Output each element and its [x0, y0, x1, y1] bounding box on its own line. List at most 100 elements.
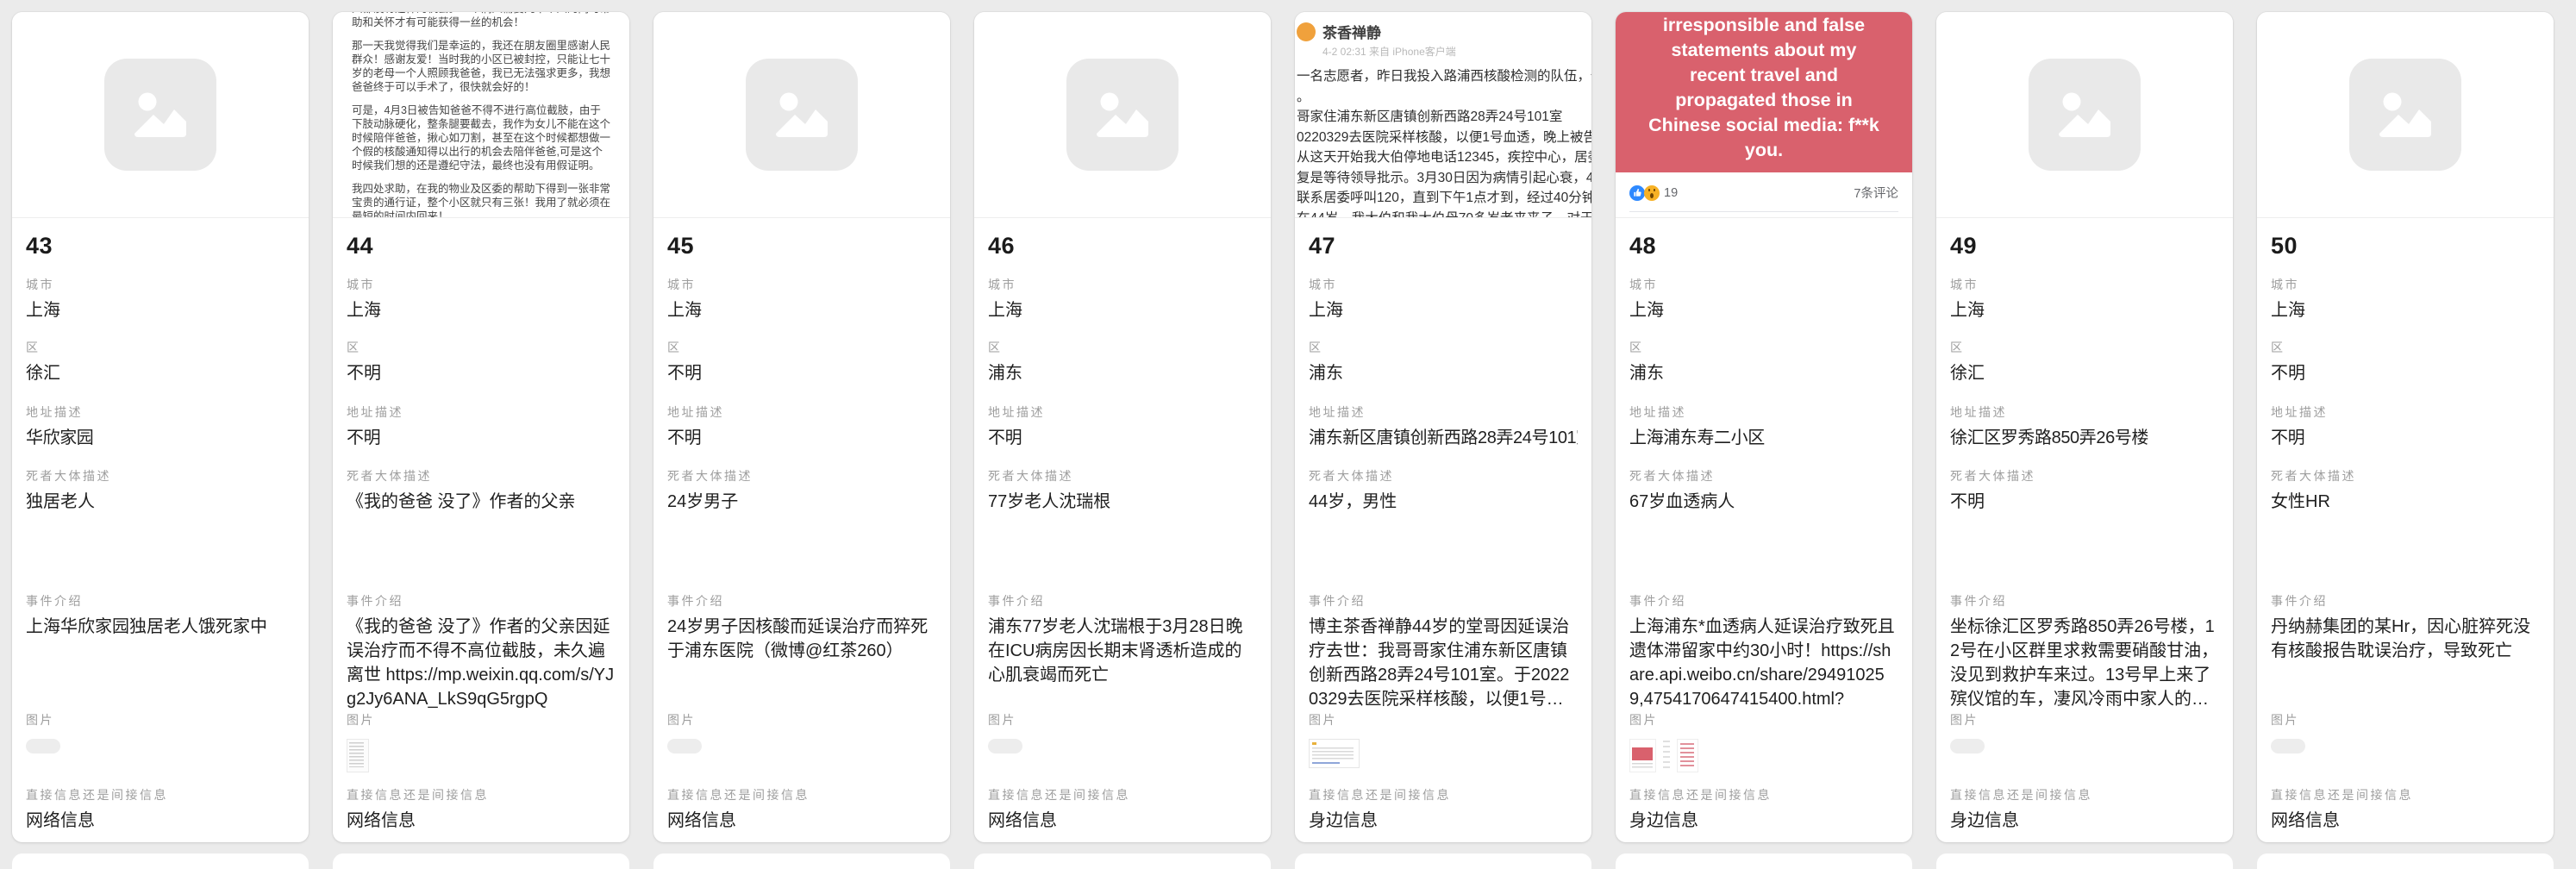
field-value-direct: 身边信息 — [1629, 809, 1898, 833]
field-label-city: 城市 — [347, 276, 616, 291]
field-label-district: 区 — [667, 339, 936, 353]
image-placeholder-icon — [746, 59, 858, 171]
record-card[interactable]: irresponsible and falsestatements about … — [1616, 12, 1912, 842]
field-label-city: 城市 — [26, 276, 295, 291]
record-card[interactable]: 45 城市 上海 区 不明 地址描述 不明 死者大体描述 24岁男子 事件介绍 … — [653, 12, 950, 842]
field-label-event: 事件介绍 — [1950, 592, 2219, 607]
field-value-address: 华欣家园 — [26, 426, 295, 450]
image-placeholder — [653, 12, 950, 217]
card-media: irresponsible and falsestatements about … — [1616, 12, 1912, 218]
weibo-avatar — [1297, 22, 1316, 41]
field-value-address: 徐汇区罗秀路850弄26号楼 — [1950, 426, 2219, 450]
field-value-direct: 网络信息 — [988, 809, 1257, 833]
doc-thumbnail — [347, 739, 369, 772]
card-media — [1936, 12, 2233, 218]
next-row — [12, 853, 2554, 869]
partial-card[interactable] — [653, 853, 950, 869]
partial-card[interactable] — [333, 853, 629, 869]
field-value-address: 不明 — [2271, 426, 2540, 450]
field-label-address: 地址描述 — [1950, 403, 2219, 418]
fb-like-reaction-icon — [1629, 185, 1645, 201]
field-value-address: 上海浦东寿二小区 — [1629, 426, 1898, 450]
thumbnail-row — [1309, 739, 1578, 768]
record-card[interactable]: 43 城市 上海 区 徐汇 地址描述 华欣家园 死者大体描述 独居老人 事件介绍… — [12, 12, 309, 842]
field-value-event: 浦东77岁老人沈瑞根于3月28日晚在ICU病房因长期末肾透析造成的心肌衰竭而死亡 — [988, 615, 1257, 687]
field-value-deceased: 女性HR — [2271, 490, 2540, 514]
partial-card[interactable] — [1616, 853, 1912, 869]
strip-thumbnail — [1662, 739, 1671, 771]
partial-card[interactable] — [12, 853, 309, 869]
field-value-city: 上海 — [1309, 298, 1578, 322]
field-label-image: 图片 — [988, 711, 1257, 726]
field-label-direct: 直接信息还是间接信息 — [2271, 786, 2540, 801]
field-value-direct: 网络信息 — [667, 809, 936, 833]
field-value-direct: 身边信息 — [1950, 809, 2219, 833]
facebook-red-post: irresponsible and falsestatements about … — [1616, 12, 1912, 172]
field-label-image: 图片 — [1309, 711, 1578, 726]
record-card[interactable]: 46 城市 上海 区 浦东 地址描述 不明 死者大体描述 77岁老人沈瑞根 事件… — [974, 12, 1271, 842]
field-value-event: 丹纳赫集团的某Hr，因心脏猝死没有核酸报告耽误治疗，导致死亡 — [2271, 615, 2540, 663]
fb-reaction-count: 19 — [1664, 186, 1678, 200]
pill-thumbnail — [26, 739, 60, 753]
redlist-thumbnail — [1677, 739, 1698, 772]
field-value-event: 坐标徐汇区罗秀路850弄26号楼，12号在小区群里求救需要硝酸甘油，没见到救护车… — [1950, 615, 2219, 711]
image-placeholder — [974, 12, 1271, 217]
field-label-district: 区 — [347, 339, 616, 353]
field-value-district: 不明 — [667, 361, 936, 385]
field-value-direct: 网络信息 — [347, 809, 616, 833]
field-value-district: 浦东 — [1309, 361, 1578, 385]
field-label-image: 图片 — [1629, 711, 1898, 726]
field-label-image: 图片 — [667, 711, 936, 726]
record-card[interactable]: 人都没有这样的机会。一个病人需要几十个人的同时帮助和关怀才有可能获得一丝的机会！… — [333, 12, 629, 842]
fb-red-lines: irresponsible and falsestatements about … — [1648, 13, 1879, 163]
record-number: 44 — [347, 233, 616, 259]
field-label-deceased: 死者大体描述 — [1950, 467, 2219, 482]
field-label-direct: 直接信息还是间接信息 — [26, 786, 295, 801]
weibo-timestamp: 4-2 02:31 来自 iPhone客户端 — [1297, 44, 1591, 59]
field-value-district: 不明 — [347, 361, 616, 385]
card-media — [653, 12, 950, 218]
record-card[interactable]: 50 城市 上海 区 不明 地址描述 不明 死者大体描述 女性HR 事件介绍 丹… — [2257, 12, 2554, 842]
field-label-direct: 直接信息还是间接信息 — [1309, 786, 1578, 801]
field-value-event: 上海浦东*血透病人延误治疗致死且遗体滞留家中约30小时！https://shar… — [1629, 615, 1898, 711]
partial-card[interactable] — [1936, 853, 2233, 869]
record-number: 46 — [988, 233, 1257, 259]
partial-card[interactable] — [1295, 853, 1591, 869]
image-placeholder-icon — [1066, 59, 1179, 171]
partial-card[interactable] — [2257, 853, 2554, 869]
partial-card[interactable] — [974, 853, 1271, 869]
record-card[interactable]: 49 城市 上海 区 徐汇 地址描述 徐汇区罗秀路850弄26号楼 死者大体描述… — [1936, 12, 2233, 842]
thumbnail-row — [1629, 739, 1898, 772]
fb-wow-reaction-icon — [1644, 185, 1660, 201]
field-value-city: 上海 — [2271, 298, 2540, 322]
field-label-deceased: 死者大体描述 — [26, 467, 295, 482]
field-value-city: 上海 — [1950, 298, 2219, 322]
field-label-direct: 直接信息还是间接信息 — [988, 786, 1257, 801]
field-label-deceased: 死者大体描述 — [1629, 467, 1898, 482]
field-label-event: 事件介绍 — [988, 592, 1257, 607]
field-label-direct: 直接信息还是间接信息 — [1950, 786, 2219, 801]
field-label-event: 事件介绍 — [667, 592, 936, 607]
wide-thumbnail — [1309, 739, 1360, 768]
field-label-district: 区 — [2271, 339, 2540, 353]
image-placeholder — [12, 12, 309, 217]
facebook-screenshot: irresponsible and falsestatements about … — [1616, 12, 1912, 218]
record-number: 45 — [667, 233, 936, 259]
field-label-address: 地址描述 — [1629, 403, 1898, 418]
field-label-deceased: 死者大体描述 — [667, 467, 936, 482]
record-card[interactable]: 茶香禅静 4-2 02:31 来自 iPhone客户端 一名志愿者，昨日我投入路… — [1295, 12, 1591, 842]
field-label-city: 城市 — [667, 276, 936, 291]
field-label-district: 区 — [1629, 339, 1898, 353]
pill-thumbnail — [2271, 739, 2305, 753]
field-label-image: 图片 — [2271, 711, 2540, 726]
card-row: 43 城市 上海 区 徐汇 地址描述 华欣家园 死者大体描述 独居老人 事件介绍… — [12, 12, 2554, 842]
pill-thumbnail — [988, 739, 1022, 753]
field-label-city: 城市 — [1629, 276, 1898, 291]
field-label-district: 区 — [1309, 339, 1578, 353]
field-label-image: 图片 — [1950, 711, 2219, 726]
record-number: 50 — [2271, 233, 2540, 259]
field-label-event: 事件介绍 — [1629, 592, 1898, 607]
field-label-district: 区 — [1950, 339, 2219, 353]
field-value-deceased: 24岁男子 — [667, 490, 936, 514]
field-value-deceased: 不明 — [1950, 490, 2219, 514]
